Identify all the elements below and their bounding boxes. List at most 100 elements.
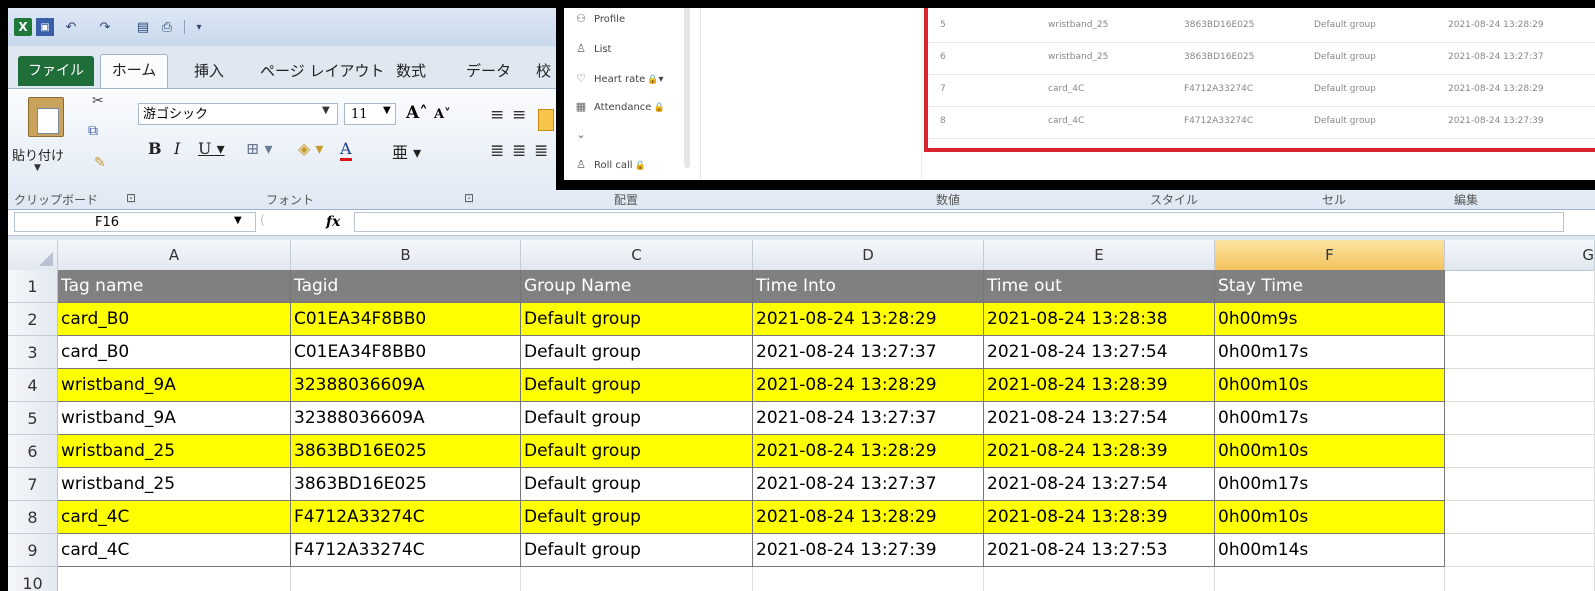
table-cell[interactable]: Default group xyxy=(521,501,753,534)
tab-home[interactable]: ホーム xyxy=(100,54,168,89)
select-all-corner[interactable] xyxy=(8,240,58,270)
column-header-g[interactable]: G xyxy=(1445,240,1595,270)
undo-icon[interactable]: ↶ xyxy=(62,18,80,36)
table-cell[interactable]: 2021-08-24 13:27:37 xyxy=(753,336,984,369)
table-cell[interactable]: 2021-08-24 13:27:53 xyxy=(984,534,1215,567)
table-cell[interactable]: 0h00m10s xyxy=(1215,501,1445,534)
row-header[interactable]: 8 xyxy=(8,501,58,534)
table-cell[interactable]: 2021-08-24 13:27:39 xyxy=(753,534,984,567)
table-cell[interactable]: card_4C xyxy=(58,501,291,534)
tab-insert[interactable]: 挿入 xyxy=(194,56,224,86)
print-preview-icon[interactable]: ▤ xyxy=(134,18,152,36)
font-color-icon[interactable]: A xyxy=(340,139,352,161)
empty-cell[interactable] xyxy=(1445,369,1595,402)
row-header[interactable]: 9 xyxy=(8,534,58,567)
table-cell[interactable]: 2021-08-24 13:28:38 xyxy=(984,303,1215,336)
save-icon[interactable]: ▣ xyxy=(36,18,54,36)
table-cell[interactable]: Default group xyxy=(521,303,753,336)
table-cell[interactable]: 0h00m14s xyxy=(1215,534,1445,567)
dialog-launcher-icon[interactable]: ⊡ xyxy=(464,191,474,205)
dialog-launcher-icon[interactable]: ⊡ xyxy=(126,191,136,205)
font-name-select[interactable]: 游ゴシック xyxy=(138,103,338,125)
phonetic-guide-icon[interactable]: 亜 ▾ xyxy=(392,139,421,163)
empty-cell[interactable] xyxy=(1445,402,1595,435)
row-header[interactable]: 5 xyxy=(8,402,58,435)
chevron-down-icon[interactable]: ▼ xyxy=(234,215,242,226)
table-cell[interactable]: 2021-08-24 13:28:39 xyxy=(984,501,1215,534)
table-cell[interactable]: C01EA34F8BB0 xyxy=(291,303,521,336)
column-header-a[interactable]: A xyxy=(58,240,291,270)
empty-cell[interactable] xyxy=(521,567,753,591)
row-header[interactable]: 3 xyxy=(8,336,58,369)
empty-cell[interactable] xyxy=(753,567,984,591)
row-header[interactable]: 1 xyxy=(8,270,58,303)
column-title-cell[interactable]: Tag name xyxy=(58,270,291,303)
table-row[interactable]: 5 wristband_25 3863BD16E025 Default group 20… xyxy=(928,10,1595,43)
sidebar-scrollbar[interactable] xyxy=(684,8,690,168)
empty-cell[interactable] xyxy=(1445,534,1595,567)
empty-cell[interactable] xyxy=(1445,501,1595,534)
column-title-cell[interactable]: Group Name xyxy=(521,270,753,303)
table-cell[interactable]: F4712A33274C xyxy=(291,534,521,567)
table-cell[interactable]: 0h00m10s xyxy=(1215,369,1445,402)
column-title-cell[interactable]: Time Into xyxy=(753,270,984,303)
borders-icon[interactable]: ⊞ ▾ xyxy=(246,139,273,158)
table-cell[interactable]: 2021-08-24 13:28:39 xyxy=(984,369,1215,402)
chevron-down-icon[interactable]: ▼ xyxy=(383,105,391,116)
row-header[interactable]: 4 xyxy=(8,369,58,402)
table-cell[interactable]: 2021-08-24 13:27:54 xyxy=(984,468,1215,501)
italic-button[interactable]: I xyxy=(174,139,180,158)
wrap-text-icon[interactable] xyxy=(538,109,554,131)
table-cell[interactable]: 2021-08-24 13:28:29 xyxy=(753,303,984,336)
table-cell[interactable]: wristband_9A xyxy=(58,369,291,402)
sidebar-menu-item[interactable]: ▦ Attendance 🔒 xyxy=(574,100,665,113)
format-painter-icon[interactable]: ✎ xyxy=(94,155,106,171)
quick-print-icon[interactable]: ⎙ xyxy=(158,18,176,36)
empty-cell[interactable] xyxy=(1215,567,1445,591)
column-header-b[interactable]: B xyxy=(291,240,521,270)
table-cell[interactable]: 0h00m10s xyxy=(1215,435,1445,468)
table-cell[interactable]: 3863BD16E025 xyxy=(291,435,521,468)
sidebar-menu-item[interactable]: ♙ List xyxy=(574,42,611,55)
insert-function-icon[interactable]: fx xyxy=(326,214,340,230)
table-cell[interactable]: card_B0 xyxy=(58,303,291,336)
table-cell[interactable]: wristband_25 xyxy=(58,468,291,501)
sidebar-menu-item[interactable]: ⚇ Profile xyxy=(574,12,625,25)
cut-icon[interactable]: ✂ xyxy=(92,93,104,109)
paste-button[interactable]: 貼り付け xyxy=(12,145,64,164)
empty-cell[interactable] xyxy=(1445,270,1595,303)
bold-button[interactable]: B xyxy=(148,139,162,158)
column-title-cell[interactable]: Stay Time xyxy=(1215,270,1445,303)
sidebar-menu-item[interactable]: ⌄ xyxy=(574,128,594,141)
table-cell[interactable]: Default group xyxy=(521,534,753,567)
row-header[interactable]: 7 xyxy=(8,468,58,501)
copy-icon[interactable]: ⧉ xyxy=(88,123,98,139)
tab-file[interactable]: ファイル xyxy=(18,56,94,86)
table-cell[interactable]: 3863BD16E025 xyxy=(291,468,521,501)
column-title-cell[interactable]: Time out xyxy=(984,270,1215,303)
align-top-icon[interactable]: ≡ xyxy=(490,105,504,125)
redo-icon[interactable]: ↷ xyxy=(96,18,114,36)
table-cell[interactable]: 32388036609A xyxy=(291,402,521,435)
empty-cell[interactable] xyxy=(1445,567,1595,591)
align-right-icon[interactable]: ≣ xyxy=(534,141,548,161)
table-row[interactable]: 7 card_4C F4712A33274C Default group 2021-08… xyxy=(928,74,1595,107)
table-cell[interactable]: Default group xyxy=(521,336,753,369)
empty-cell[interactable] xyxy=(984,567,1215,591)
row-header[interactable]: 10 xyxy=(8,567,58,591)
paste-icon[interactable] xyxy=(28,97,64,137)
column-header-e[interactable]: E xyxy=(984,240,1215,270)
table-cell[interactable]: card_4C xyxy=(58,534,291,567)
align-center-icon[interactable]: ≣ xyxy=(512,141,526,161)
table-cell[interactable]: 2021-08-24 13:27:37 xyxy=(753,402,984,435)
sidebar-menu-item[interactable]: ♡ Heart rate 🔒▾ xyxy=(574,72,664,85)
table-cell[interactable]: Default group xyxy=(521,435,753,468)
tab-page-layout[interactable]: ページ レイアウト xyxy=(260,56,384,86)
column-header-c[interactable]: C xyxy=(521,240,753,270)
table-cell[interactable]: Default group xyxy=(521,369,753,402)
column-title-cell[interactable]: Tagid xyxy=(291,270,521,303)
fill-color-icon[interactable]: ◈ ▾ xyxy=(298,139,323,158)
table-cell[interactable]: 2021-08-24 13:27:37 xyxy=(753,468,984,501)
shrink-font-icon[interactable]: A˅ xyxy=(434,107,451,122)
table-cell[interactable]: 32388036609A xyxy=(291,369,521,402)
